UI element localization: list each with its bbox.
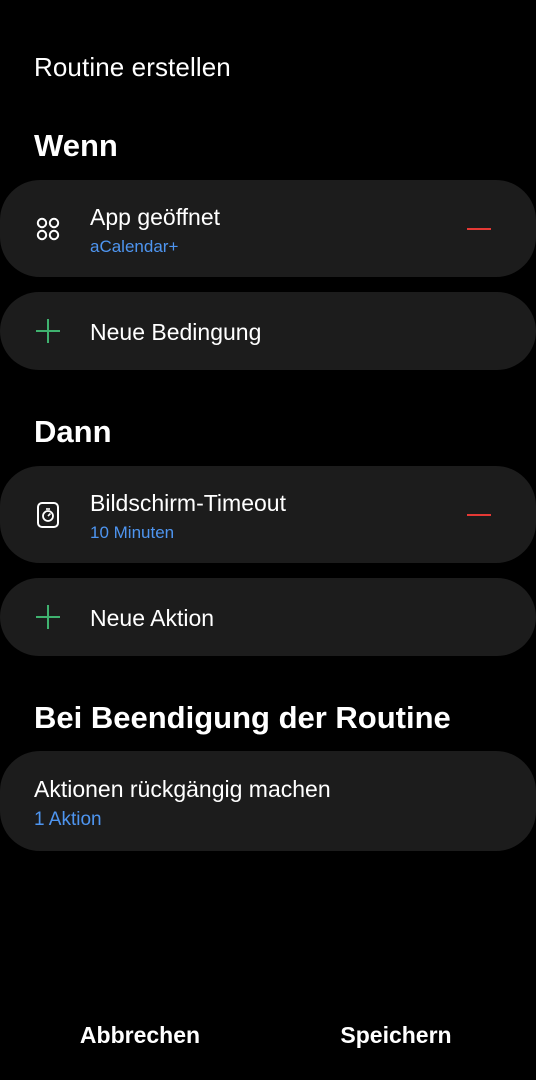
screen-timeout-icon <box>34 501 62 529</box>
action-label: Bildschirm-Timeout <box>90 490 286 516</box>
undo-actions-card[interactable]: Aktionen rückgängig machen 1 Aktion <box>0 751 536 851</box>
plus-icon <box>34 603 62 631</box>
action-card-screen-timeout[interactable]: Bildschirm-Timeout 10 Minuten <box>0 466 536 563</box>
condition-value: aCalendar+ <box>90 237 179 256</box>
undo-actions-label: Aktionen rückgängig machen <box>34 776 331 802</box>
remove-action-button[interactable] <box>466 502 492 528</box>
plus-icon <box>34 317 62 345</box>
add-action-button[interactable]: Neue Aktion <box>0 578 536 656</box>
minus-icon <box>467 228 491 230</box>
cancel-button[interactable]: Abbrechen <box>40 1022 240 1049</box>
minus-icon <box>467 514 491 516</box>
add-condition-button[interactable]: Neue Bedingung <box>0 292 536 370</box>
condition-label: App geöffnet <box>90 204 221 230</box>
condition-card-app-opened[interactable]: App geöffnet aCalendar+ <box>0 180 536 277</box>
undo-actions-value: 1 Aktion <box>34 809 102 830</box>
add-action-label: Neue Aktion <box>90 605 215 631</box>
page-title: Routine erstellen <box>34 52 231 82</box>
then-section-title: Dann <box>34 414 112 449</box>
apps-grid-icon <box>34 215 62 243</box>
end-section-title: Bei Beendigung der Routine <box>34 700 451 735</box>
save-button[interactable]: Speichern <box>296 1022 496 1049</box>
remove-condition-button[interactable] <box>466 216 492 242</box>
when-section-title: Wenn <box>34 128 118 163</box>
action-value: 10 Minuten <box>90 523 175 542</box>
add-condition-label: Neue Bedingung <box>90 319 262 345</box>
